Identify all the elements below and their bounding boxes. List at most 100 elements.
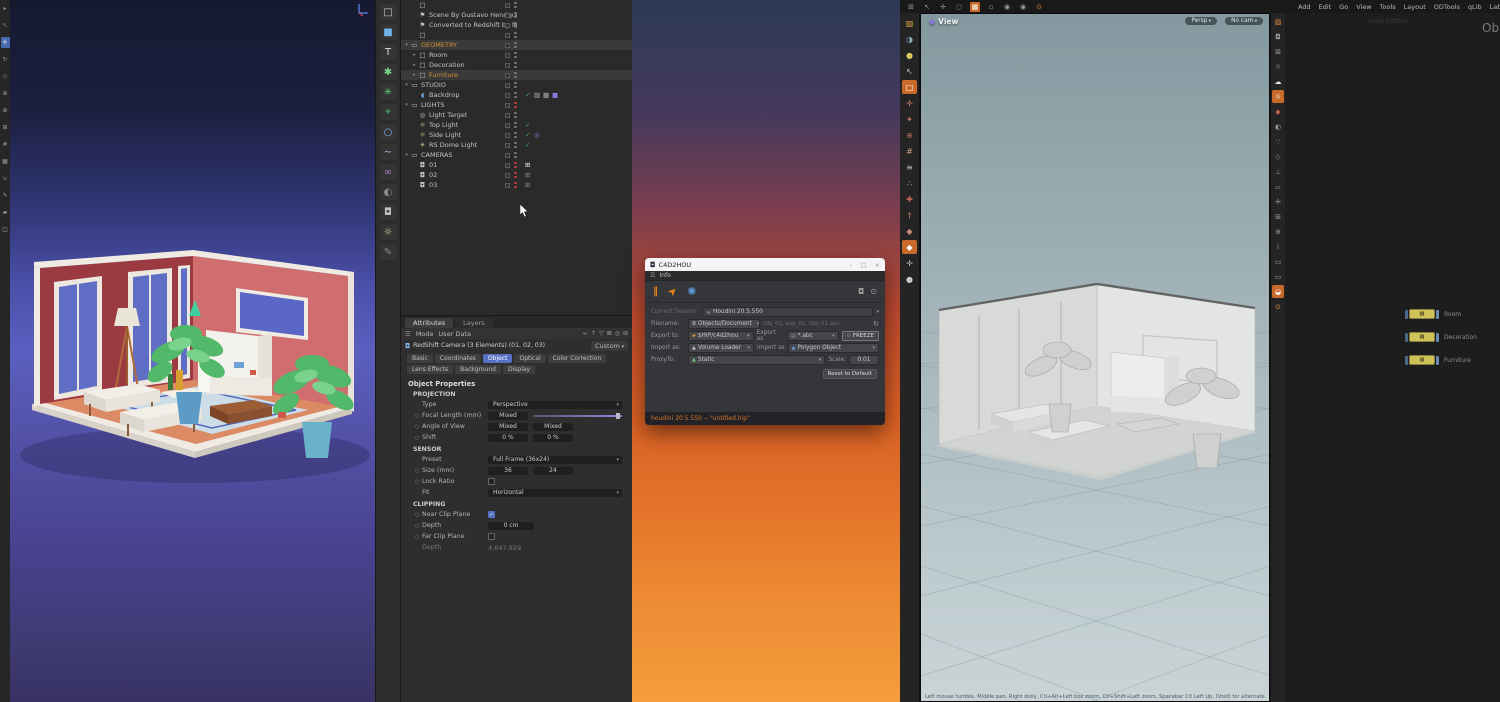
scale-field[interactable]: 0.01 bbox=[849, 355, 879, 365]
layer-tag-icon[interactable] bbox=[505, 123, 510, 128]
node-display-flag[interactable] bbox=[1436, 310, 1439, 319]
enabled-check-icon[interactable]: ✓ bbox=[525, 130, 530, 140]
object-row[interactable]: ⚑Converted to Redshift by Maxon bbox=[401, 20, 632, 30]
attribute-slider[interactable] bbox=[533, 415, 622, 417]
coordinate-system-icon[interactable]: ⊞ bbox=[1, 122, 10, 133]
snap-icon[interactable]: # bbox=[902, 144, 917, 158]
layer-tag-icon[interactable] bbox=[505, 173, 510, 178]
light-icon[interactable]: ☼ bbox=[380, 224, 397, 240]
select-box-icon[interactable]: □ bbox=[902, 80, 917, 94]
object-row[interactable]: ◘02⊞ bbox=[401, 170, 632, 180]
layout-grid-icon[interactable]: ⊞ bbox=[906, 2, 916, 12]
up-icon[interactable]: ↑ bbox=[591, 330, 596, 337]
attribute-value-field[interactable]: 0 % bbox=[533, 434, 573, 442]
pivot-icon[interactable]: ⊕ bbox=[902, 128, 917, 142]
keyframe-dot-icon[interactable]: ○ bbox=[415, 479, 422, 485]
c4d-viewport[interactable] bbox=[10, 0, 375, 702]
section-tab-display[interactable]: Display bbox=[503, 365, 535, 374]
material-icon[interactable]: ◐ bbox=[1272, 120, 1284, 133]
inactive-camera-icon[interactable]: ⊞ bbox=[525, 180, 530, 190]
section-tab-coordinates[interactable]: Coordinates bbox=[435, 354, 481, 363]
keyframe-dot-icon[interactable]: ○ bbox=[415, 424, 422, 430]
settings-icon[interactable]: ⊙ bbox=[1272, 300, 1284, 313]
key-icon[interactable]: ✚ bbox=[902, 192, 917, 206]
pin-icon[interactable]: ◎ bbox=[615, 330, 620, 337]
menu-add[interactable]: Add bbox=[1298, 3, 1311, 11]
array-icon[interactable]: ✳ bbox=[380, 84, 397, 100]
gear-icon[interactable]: ⊙ bbox=[1034, 2, 1044, 12]
back-icon[interactable]: ← bbox=[583, 330, 588, 337]
layer-tag-icon[interactable] bbox=[505, 113, 510, 118]
handles-icon[interactable]: ✛ bbox=[902, 96, 917, 110]
pause-icon[interactable]: ‖ bbox=[653, 286, 658, 297]
menu-tools[interactable]: Tools bbox=[1380, 3, 1396, 11]
target-tag-icon[interactable]: ◎ bbox=[534, 130, 540, 140]
minimize-icon[interactable]: – bbox=[849, 261, 852, 269]
cursor-icon[interactable]: ↖ bbox=[1, 20, 10, 31]
text-icon[interactable]: T bbox=[380, 44, 397, 60]
axis-y-icon[interactable]: ⊕ bbox=[1, 105, 10, 116]
node-input-flag[interactable] bbox=[1405, 356, 1408, 365]
workplane-icon[interactable]: ▦ bbox=[1, 156, 10, 167]
node-display-flag[interactable] bbox=[1436, 356, 1439, 365]
object-row[interactable]: ▸□Decoration bbox=[401, 60, 632, 70]
proxy-combo[interactable]: ▲ Static bbox=[688, 355, 825, 365]
image-plane-icon[interactable]: ▭ bbox=[1272, 255, 1284, 268]
sphere-icon[interactable]: ◐ bbox=[380, 184, 397, 200]
freeze-button[interactable]: ⊙ FREEZE bbox=[842, 331, 879, 341]
object-row[interactable]: ◘01⊞ bbox=[401, 160, 632, 170]
layer-tag-icon[interactable] bbox=[505, 43, 510, 48]
visibility-dots[interactable] bbox=[514, 2, 517, 9]
camera-lock-icon[interactable]: ◘ bbox=[1272, 30, 1284, 43]
layer-tag-icon[interactable] bbox=[505, 103, 510, 108]
visibility-dots[interactable] bbox=[514, 12, 517, 19]
section-tab-object[interactable]: Object bbox=[483, 354, 513, 363]
axis-x-icon[interactable]: ⊕ bbox=[1, 88, 10, 99]
layer-tag-icon[interactable] bbox=[505, 63, 510, 68]
visibility-dots[interactable] bbox=[514, 82, 517, 89]
object-row[interactable]: ▾▭CAMERAS bbox=[401, 150, 632, 160]
section-tab-optical[interactable]: Optical bbox=[514, 354, 545, 363]
layer-tag-icon[interactable] bbox=[505, 73, 510, 78]
visibility-dots[interactable] bbox=[514, 32, 517, 39]
info-menu[interactable]: Info bbox=[659, 272, 670, 279]
object-row[interactable]: □ bbox=[401, 30, 632, 40]
photo-camera-icon[interactable]: ⊙ bbox=[870, 287, 877, 296]
object-row[interactable]: □ bbox=[401, 0, 632, 10]
network-editor[interactable]: Indie Edition Ob ▦Room▦Decoration▦Furnit… bbox=[1285, 13, 1500, 702]
info-icon[interactable]: i bbox=[1272, 240, 1284, 253]
paint-blob-icon[interactable]: ● bbox=[902, 48, 917, 62]
layer-tag-icon[interactable] bbox=[505, 3, 510, 8]
axis-icon[interactable]: ⊕ bbox=[1272, 225, 1284, 238]
node-input-flag[interactable] bbox=[1405, 310, 1408, 319]
grid-icon[interactable]: ⊞ bbox=[1272, 210, 1284, 223]
snap-icon[interactable]: # bbox=[1, 139, 10, 150]
close-icon[interactable]: × bbox=[875, 261, 880, 269]
node-body[interactable]: ▦ bbox=[1409, 355, 1435, 365]
maximize-icon[interactable]: □ bbox=[860, 261, 866, 269]
visibility-dots[interactable] bbox=[514, 112, 517, 119]
visibility-dots[interactable] bbox=[514, 102, 517, 109]
active-camera-icon[interactable]: ⊞ bbox=[525, 160, 530, 170]
link-right-icon[interactable]: ◉ bbox=[1018, 2, 1028, 12]
paint-icon[interactable]: ▰ bbox=[1, 207, 10, 218]
visibility-dots[interactable] bbox=[514, 172, 517, 179]
crop-icon[interactable]: ▭ bbox=[1272, 270, 1284, 283]
attribute-checkbox[interactable] bbox=[488, 478, 495, 485]
user-data-menu[interactable]: User Data bbox=[439, 330, 471, 338]
object-row[interactable]: ◘03⊞ bbox=[401, 180, 632, 190]
movie-camera-icon[interactable]: ◘ bbox=[858, 287, 864, 296]
shade-icon[interactable]: ◆ bbox=[1272, 105, 1284, 118]
globe-icon[interactable]: ◑ bbox=[902, 32, 917, 46]
attribute-value-field[interactable]: 24 bbox=[533, 467, 573, 475]
move-tool-icon[interactable]: ✛ bbox=[938, 2, 948, 12]
handle-icon[interactable]: ✛ bbox=[1272, 195, 1284, 208]
rig-icon[interactable]: † bbox=[902, 208, 917, 222]
material-tag-icon[interactable]: ■ bbox=[552, 90, 558, 100]
visibility-dots[interactable] bbox=[514, 152, 517, 159]
mask-icon[interactable]: ◒ bbox=[1272, 285, 1284, 298]
node-body[interactable]: ▦ bbox=[1409, 332, 1435, 342]
wire-icon[interactable]: ◇ bbox=[1272, 150, 1284, 163]
attribute-value-field[interactable]: 0 % bbox=[488, 434, 528, 442]
object-row[interactable]: ▾▭GEOMETRY bbox=[401, 40, 632, 50]
